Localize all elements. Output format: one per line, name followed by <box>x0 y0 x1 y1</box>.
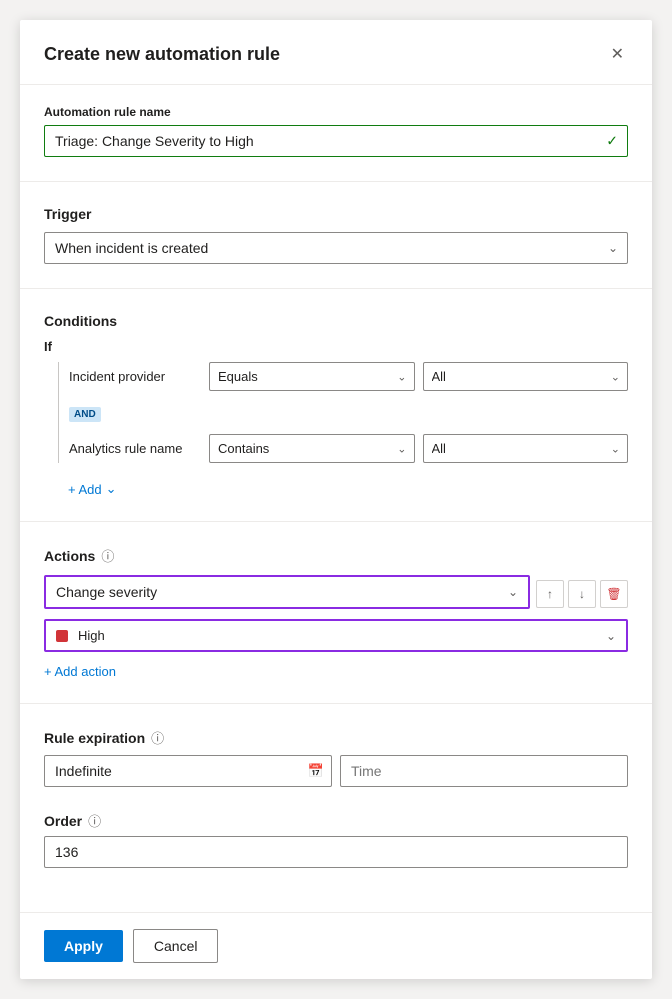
dialog-body: Automation rule name ✓ Trigger When inci… <box>20 85 652 912</box>
severity-select[interactable]: High Medium Low Informational <box>46 621 626 650</box>
create-automation-dialog: Create new automation rule ✕ Automation … <box>20 20 652 979</box>
condition-selects-1: Equals Contains Does not equal ⌄ All Azu… <box>209 362 628 391</box>
divider-3 <box>20 521 652 522</box>
trigger-section: Trigger When incident is created When in… <box>44 206 628 264</box>
condition-value-1-wrapper: All Azure Sentinel ⌄ <box>423 362 629 391</box>
severity-select-border: High Medium Low Informational ⌄ <box>44 619 628 652</box>
dialog-title: Create new automation rule <box>44 44 280 65</box>
actions-info-icon: ⓘ <box>101 546 114 565</box>
if-label: If <box>44 339 628 354</box>
action-type-select-wrapper: Change severity Change status Change own… <box>46 577 528 607</box>
action-type-select[interactable]: Change severity Change status Change own… <box>46 577 528 607</box>
condition-selects-2: Contains Equals Does not contain ⌄ All A… <box>209 434 628 463</box>
move-up-icon: ↑ <box>547 587 553 601</box>
action-select-main-wrapper: Change severity Change status Change own… <box>44 575 530 609</box>
add-action-button[interactable]: + Add action <box>44 664 116 679</box>
automation-name-section: Automation rule name ✓ <box>44 105 628 157</box>
action-move-down-button[interactable]: ↓ <box>568 580 596 608</box>
actions-label: Actions <box>44 548 95 564</box>
order-header: Order ⓘ <box>44 811 628 830</box>
rule-expiration-info-icon: ⓘ <box>151 728 164 747</box>
and-badge: AND <box>69 407 101 422</box>
trigger-select-wrapper: When incident is created When incident i… <box>44 232 628 264</box>
rule-expiration-section: Rule expiration ⓘ 📅 <box>44 728 628 787</box>
action-delete-button[interactable]: 🗑 <box>600 580 628 608</box>
actions-header: Actions ⓘ <box>44 546 628 565</box>
trigger-label: Trigger <box>44 206 628 222</box>
divider-2 <box>20 288 652 289</box>
automation-name-input[interactable] <box>44 125 628 157</box>
calendar-icon: 📅 <box>308 763 324 779</box>
automation-name-input-wrapper: ✓ <box>44 125 628 157</box>
condition-operator-2-select[interactable]: Contains Equals Does not contain <box>209 434 415 463</box>
add-condition-button[interactable]: + Add ⌄ <box>68 481 117 497</box>
validation-check-icon: ✓ <box>606 133 618 150</box>
condition-value-2-select[interactable]: All Azure Sentinel <box>423 434 629 463</box>
automation-name-label: Automation rule name <box>44 105 628 119</box>
condition-label-2: Analytics rule name <box>69 441 199 456</box>
condition-row-1: Incident provider Equals Contains Does n… <box>69 362 628 391</box>
conditions-block: Incident provider Equals Contains Does n… <box>58 362 628 463</box>
severity-row: High Medium Low Informational ⌄ <box>44 619 628 652</box>
order-section: Order ⓘ <box>44 811 628 868</box>
condition-value-1-select[interactable]: All Azure Sentinel <box>423 362 629 391</box>
dialog-header: Create new automation rule ✕ <box>20 20 652 85</box>
rule-expiration-header: Rule expiration ⓘ <box>44 728 628 747</box>
add-action-label: + Add action <box>44 664 116 679</box>
dialog-footer: Apply Cancel <box>20 912 652 979</box>
actions-section: Actions ⓘ Change severity Change status … <box>44 546 628 679</box>
severity-select-wrapper: High Medium Low Informational ⌄ <box>46 621 626 650</box>
expiration-time-wrapper <box>340 755 628 787</box>
condition-row-2: Analytics rule name Contains Equals Does… <box>69 434 628 463</box>
expiration-date-wrapper: 📅 <box>44 755 332 787</box>
severity-dot-icon <box>56 630 68 642</box>
condition-operator-1-select[interactable]: Equals Contains Does not equal <box>209 362 415 391</box>
action-main-row: Change severity Change status Change own… <box>44 575 628 613</box>
condition-operator-2-wrapper: Contains Equals Does not contain ⌄ <box>209 434 415 463</box>
expiration-row: 📅 <box>44 755 628 787</box>
order-info-icon: ⓘ <box>88 811 101 830</box>
add-condition-label: + Add <box>68 482 102 497</box>
trigger-select[interactable]: When incident is created When incident i… <box>44 232 628 264</box>
order-input[interactable] <box>44 836 628 868</box>
condition-value-2-wrapper: All Azure Sentinel ⌄ <box>423 434 629 463</box>
action-move-up-button[interactable]: ↑ <box>536 580 564 608</box>
expiration-date-input[interactable] <box>44 755 332 787</box>
cancel-button[interactable]: Cancel <box>133 929 219 963</box>
rule-expiration-label: Rule expiration <box>44 730 145 746</box>
apply-button[interactable]: Apply <box>44 930 123 962</box>
delete-icon: 🗑 <box>606 587 621 601</box>
close-button[interactable]: ✕ <box>607 40 628 68</box>
order-label: Order <box>44 813 82 829</box>
add-condition-chevron-icon: ⌄ <box>106 481 117 497</box>
expiration-time-input[interactable] <box>340 755 628 787</box>
conditions-section: Conditions If Incident provider Equals C… <box>44 313 628 497</box>
divider-1 <box>20 181 652 182</box>
conditions-label: Conditions <box>44 313 628 329</box>
condition-operator-1-wrapper: Equals Contains Does not equal ⌄ <box>209 362 415 391</box>
condition-label-1: Incident provider <box>69 369 199 384</box>
move-down-icon: ↓ <box>579 587 585 601</box>
action-controls: ↑ ↓ 🗑 <box>536 580 628 608</box>
divider-4 <box>20 703 652 704</box>
